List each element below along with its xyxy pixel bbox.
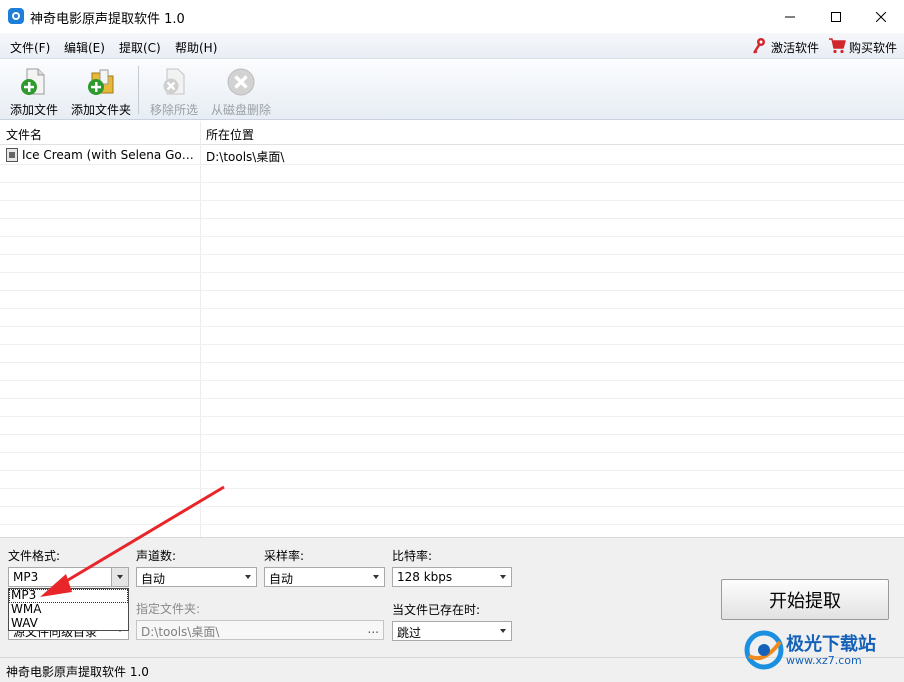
file-list[interactable]: 文件名 所在位置 Ice Cream (with Selena Gome... … bbox=[0, 121, 904, 537]
list-gridline bbox=[0, 524, 904, 525]
add-folder-icon bbox=[88, 69, 114, 95]
bitrate-select[interactable]: 128 kbps bbox=[392, 567, 512, 587]
sample-rate-select[interactable]: 自动 bbox=[264, 567, 385, 587]
menu-edit[interactable]: 编辑(E) bbox=[64, 39, 105, 56]
list-gridline bbox=[0, 380, 904, 381]
file-name-cell: Ice Cream (with Selena Gome... bbox=[22, 148, 198, 162]
column-header-name[interactable]: 文件名 bbox=[6, 126, 42, 143]
format-dropdown-list: MP3 WMA WAV bbox=[8, 588, 129, 631]
watermark-logo-icon bbox=[744, 630, 784, 670]
title-bar: 神奇电影原声提取软件 1.0 bbox=[0, 0, 904, 33]
format-option-mp3[interactable]: MP3 bbox=[9, 589, 128, 603]
list-gridline bbox=[0, 398, 904, 399]
watermark-name: 极光下载站 bbox=[786, 634, 876, 655]
list-gridline bbox=[0, 452, 904, 453]
file-exists-value: 跳过 bbox=[397, 626, 422, 640]
chevron-down-icon bbox=[500, 575, 506, 579]
add-file-label: 添加文件 bbox=[9, 103, 58, 117]
media-file-icon bbox=[6, 148, 18, 162]
sample-rate-value: 自动 bbox=[269, 572, 294, 586]
bitrate-value: 128 kbps bbox=[397, 570, 453, 584]
channels-value: 自动 bbox=[141, 572, 166, 586]
column-divider bbox=[200, 121, 201, 537]
format-dropdown-toggle[interactable] bbox=[111, 568, 128, 586]
add-file-button[interactable]: 添加文件 bbox=[6, 60, 62, 118]
minimize-icon bbox=[785, 16, 795, 17]
list-gridline bbox=[0, 200, 904, 201]
delete-from-disk-button[interactable]: 从磁盘删除 bbox=[208, 60, 274, 118]
list-gridline bbox=[0, 362, 904, 363]
toolbar-separator bbox=[138, 66, 139, 114]
list-gridline bbox=[0, 434, 904, 435]
list-gridline bbox=[0, 218, 904, 219]
status-text: 神奇电影原声提取软件 1.0 bbox=[6, 665, 149, 679]
menu-file[interactable]: 文件(F) bbox=[10, 39, 50, 56]
key-icon[interactable] bbox=[752, 37, 766, 55]
minimize-button[interactable] bbox=[767, 0, 813, 33]
menu-bar: 文件(F) 编辑(E) 提取(C) 帮助(H) 激活软件 购买软件 bbox=[0, 33, 904, 59]
toolbar: 添加文件 添加文件夹 移除所选 从磁盘删除 bbox=[0, 60, 904, 120]
maximize-button[interactable] bbox=[813, 0, 859, 33]
chevron-down-icon bbox=[117, 575, 123, 579]
cart-icon[interactable] bbox=[828, 38, 846, 54]
remove-selected-button[interactable]: 移除所选 bbox=[146, 60, 202, 118]
add-folder-button[interactable]: 添加文件夹 bbox=[68, 60, 134, 118]
add-file-icon bbox=[21, 68, 45, 95]
file-exists-label: 当文件已存在时: bbox=[392, 603, 481, 617]
format-value: MP3 bbox=[13, 570, 39, 584]
column-header-location[interactable]: 所在位置 bbox=[206, 126, 254, 143]
close-icon bbox=[876, 11, 886, 22]
list-gridline bbox=[0, 488, 904, 489]
start-extract-button[interactable]: 开始提取 bbox=[721, 579, 889, 620]
list-gridline bbox=[0, 290, 904, 291]
list-gridline bbox=[0, 326, 904, 327]
list-gridline bbox=[0, 470, 904, 471]
maximize-icon bbox=[831, 11, 841, 22]
activate-link[interactable]: 激活软件 bbox=[771, 39, 819, 56]
folder-path-input[interactable]: D:\tools\桌面\ ... bbox=[136, 620, 384, 640]
list-gridline bbox=[0, 272, 904, 273]
list-gridline bbox=[0, 182, 904, 183]
list-gridline bbox=[0, 254, 904, 255]
file-exists-select[interactable]: 跳过 bbox=[392, 621, 512, 641]
chevron-down-icon bbox=[245, 575, 251, 579]
sample-rate-label: 采样率: bbox=[264, 549, 305, 563]
file-location-cell: D:\tools\桌面\ bbox=[206, 150, 285, 164]
buy-link[interactable]: 购买软件 bbox=[849, 39, 897, 56]
browse-button[interactable]: ... bbox=[368, 622, 379, 636]
format-option-wma[interactable]: WMA bbox=[9, 603, 128, 617]
list-gridline bbox=[0, 416, 904, 417]
list-gridline bbox=[0, 344, 904, 345]
remove-selected-label: 移除所选 bbox=[149, 103, 198, 117]
format-select[interactable]: MP3 bbox=[8, 567, 129, 587]
remove-file-icon bbox=[163, 68, 185, 95]
watermark: 极光下载站 www.xz7.com bbox=[744, 628, 896, 672]
chevron-down-icon bbox=[373, 575, 379, 579]
bitrate-label: 比特率: bbox=[392, 549, 433, 563]
list-header: 文件名 所在位置 bbox=[0, 121, 904, 145]
app-icon bbox=[8, 8, 24, 24]
folder-path-value: D:\tools\桌面\ bbox=[141, 625, 220, 639]
list-gridline bbox=[0, 236, 904, 237]
menu-help[interactable]: 帮助(H) bbox=[175, 39, 217, 56]
channels-select[interactable]: 自动 bbox=[136, 567, 257, 587]
channels-label: 声道数: bbox=[136, 549, 177, 563]
close-button[interactable] bbox=[858, 0, 904, 33]
menu-extract[interactable]: 提取(C) bbox=[119, 39, 161, 56]
table-row[interactable]: Ice Cream (with Selena Gome... D:\tools\… bbox=[0, 146, 904, 164]
format-label: 文件格式: bbox=[8, 549, 61, 563]
window-title: 神奇电影原声提取软件 1.0 bbox=[30, 12, 185, 27]
delete-from-disk-label: 从磁盘删除 bbox=[210, 103, 271, 117]
list-gridline bbox=[0, 164, 904, 165]
watermark-url: www.xz7.com bbox=[786, 654, 862, 667]
list-gridline bbox=[0, 308, 904, 309]
format-option-wav[interactable]: WAV bbox=[9, 617, 128, 631]
add-folder-label: 添加文件夹 bbox=[70, 103, 131, 117]
list-gridline bbox=[0, 506, 904, 507]
delete-icon bbox=[227, 68, 255, 96]
chevron-down-icon bbox=[500, 629, 506, 633]
folder-label: 指定文件夹: bbox=[136, 602, 201, 616]
